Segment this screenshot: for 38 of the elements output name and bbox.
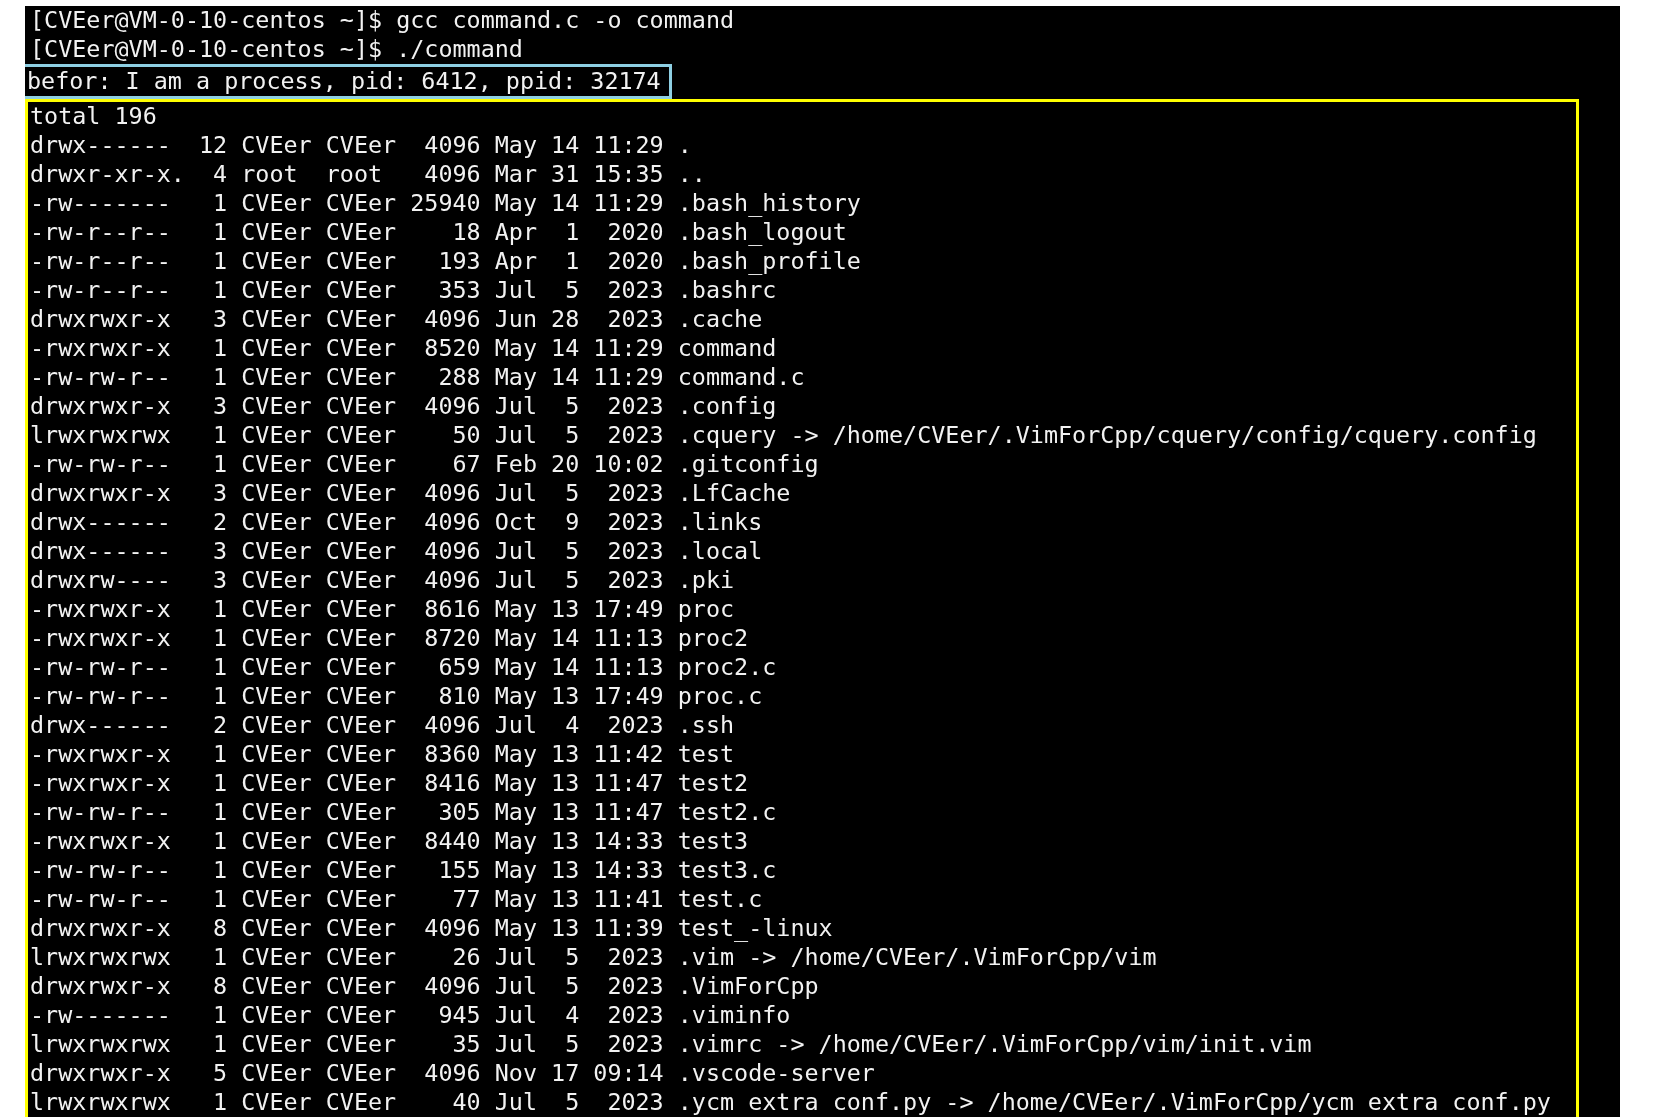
terminal-line: drwx------ 2 CVEer CVEer 4096 Oct 9 2023 .links xyxy=(30,508,764,537)
terminal-line: drwxrwxr-x 8 CVEer CVEer 4096 Jul 5 2023 .VimForCpp xyxy=(30,972,820,1001)
terminal-line: -rw-r--r-- 1 CVEer CVEer 353 Jul 5 2023 .bashrc xyxy=(30,276,778,305)
terminal-line: drwxrwxr-x 3 CVEer CVEer 4096 Jul 5 2023 .config xyxy=(30,392,778,421)
terminal-line: -rw-rw-r-- 1 CVEer CVEer 155 May 13 14:33 test3.c xyxy=(30,856,778,885)
terminal-line: -rwxrwxr-x 1 CVEer CVEer 8520 May 14 11:29 command xyxy=(30,334,778,363)
terminal-line: befor: I am a process, pid: 6412, ppid: 32174 xyxy=(27,67,661,96)
terminal-line: -rw-rw-r-- 1 CVEer CVEer 67 Feb 20 10:02 .gitconfig xyxy=(30,450,820,479)
terminal-line: [CVEer@VM-0-10-centos ~]$ ./command xyxy=(29,35,524,64)
terminal-line: -rwxrwxr-x 1 CVEer CVEer 8616 May 13 17:49 proc xyxy=(30,595,736,624)
terminal-line: drwx------ 3 CVEer CVEer 4096 Jul 5 2023 .local xyxy=(30,537,764,566)
terminal-line: [CVEer@VM-0-10-centos ~]$ gcc command.c -o command xyxy=(29,6,736,35)
terminal-line: lrwxrwxrwx 1 CVEer CVEer 26 Jul 5 2023 .vim -> /home/CVEer/.VimForCpp/vim xyxy=(30,943,1158,972)
terminal-line: lrwxrwxrwx 1 CVEer CVEer 35 Jul 5 2023 .vimrc -> /home/CVEer/.VimForCpp/vim/init.vim xyxy=(30,1030,1313,1059)
terminal-line: -rwxrwxr-x 1 CVEer CVEer 8720 May 14 11:13 proc2 xyxy=(30,624,750,653)
terminal-line: -rwxrwxr-x 1 CVEer CVEer 8360 May 13 11:42 test xyxy=(30,740,736,769)
terminal-line: -rw-rw-r-- 1 CVEer CVEer 810 May 13 17:49 proc.c xyxy=(30,682,764,711)
terminal-line: drwxrw---- 3 CVEer CVEer 4096 Jul 5 2023 .pki xyxy=(30,566,736,595)
terminal-line: -rw-rw-r-- 1 CVEer CVEer 659 May 14 11:13 proc2.c xyxy=(30,653,778,682)
terminal-line: -rwxrwxr-x 1 CVEer CVEer 8440 May 13 14:33 test3 xyxy=(30,827,750,856)
terminal-line: -rw-rw-r-- 1 CVEer CVEer 77 May 13 11:41 test.c xyxy=(30,885,764,914)
terminal-line: total 196 xyxy=(30,102,158,131)
terminal-line: -rw-r--r-- 1 CVEer CVEer 193 Apr 1 2020 .bash_profile xyxy=(30,247,862,276)
terminal-line: drwxrwxr-x 8 CVEer CVEer 4096 May 13 11:39 test_-linux xyxy=(30,914,834,943)
terminal-line: -rw-rw-r-- 1 CVEer CVEer 305 May 13 11:47 test2.c xyxy=(30,798,778,827)
terminal-line: drwxr-xr-x. 4 root root 4096 Mar 31 15:35 .. xyxy=(30,160,707,189)
terminal-line: drwx------ 2 CVEer CVEer 4096 Jul 4 2023 .ssh xyxy=(30,711,736,740)
terminal-line: drwx------ 12 CVEer CVEer 4096 May 14 11:29 . xyxy=(30,131,693,160)
terminal-line: lrwxrwxrwx 1 CVEer CVEer 50 Jul 5 2023 .cquery -> /home/CVEer/.VimForCpp/cquery/config/cquery.config xyxy=(30,421,1538,450)
terminal-line: -rw------- 1 CVEer CVEer 945 Jul 4 2023 .viminfo xyxy=(30,1001,792,1030)
terminal-line: -rwxrwxr-x 1 CVEer CVEer 8416 May 13 11:47 test2 xyxy=(30,769,750,798)
terminal-line: -rw-rw-r-- 1 CVEer CVEer 288 May 14 11:29 command.c xyxy=(30,363,806,392)
terminal-line: lrwxrwxrwx 1 CVEer CVEer 40 Jul 5 2023 .ycm extra conf.py -> /home/CVEer/.VimForCpp/ycm extra conf.py xyxy=(30,1088,1552,1117)
terminal-line: -rw-r--r-- 1 CVEer CVEer 18 Apr 1 2020 .bash_logout xyxy=(30,218,848,247)
terminal-line: -rw------- 1 CVEer CVEer 25940 May 14 11:29 .bash_history xyxy=(30,189,862,218)
terminal-line: drwxrwxr-x 5 CVEer CVEer 4096 Nov 17 09:14 .vscode-server xyxy=(30,1059,876,1088)
terminal-line: drwxrwxr-x 3 CVEer CVEer 4096 Jul 5 2023 .LfCache xyxy=(30,479,792,508)
terminal-line: drwxrwxr-x 3 CVEer CVEer 4096 Jun 28 2023 .cache xyxy=(30,305,764,334)
